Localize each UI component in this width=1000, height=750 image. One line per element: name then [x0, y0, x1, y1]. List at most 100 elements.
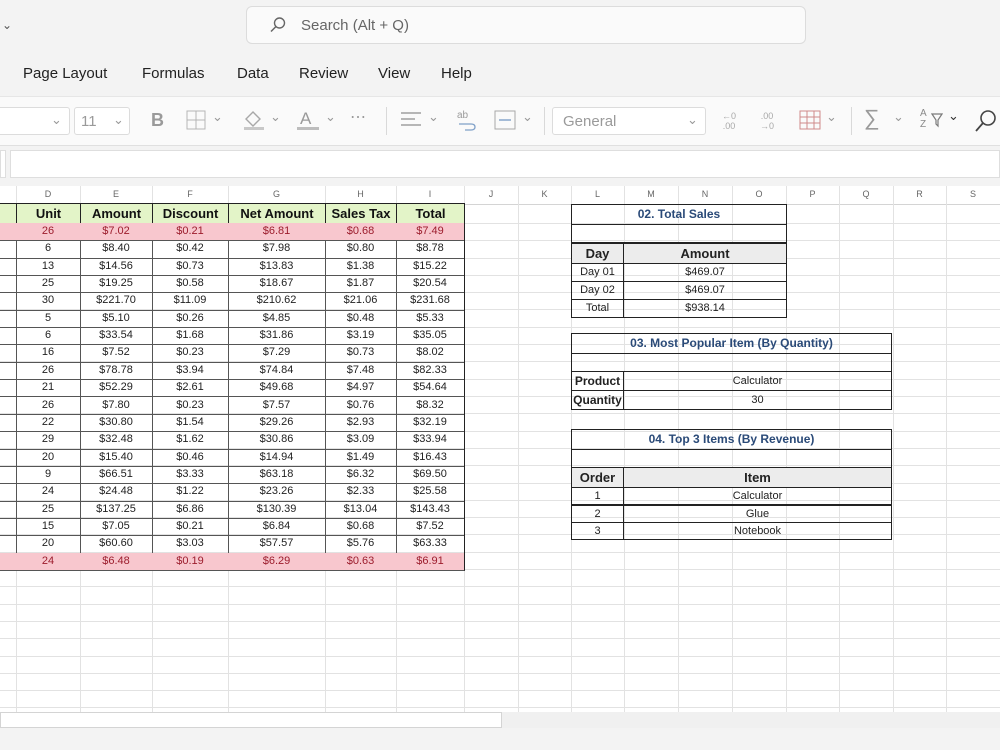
table-cell-net-amount[interactable]: $74.84 [228, 361, 326, 381]
table-cell-unit[interactable]: 20 [16, 448, 81, 467]
table-cell-sales-tax[interactable]: $0.76 [325, 396, 397, 415]
tab-review[interactable]: Review [299, 65, 348, 82]
number-format-dropdown[interactable]: General ⌄ [552, 107, 706, 135]
top-items-order-header[interactable]: Order [571, 467, 624, 488]
top-items-item-header[interactable]: Item [623, 467, 892, 488]
table-cell-partial[interactable] [0, 396, 17, 415]
table-cell-discount[interactable]: $1.54 [152, 413, 229, 433]
table-cell-net-amount[interactable]: $210.62 [228, 292, 326, 311]
popular-item-title[interactable]: 03. Most Popular Item (By Quantity) [571, 333, 892, 354]
column-header-o[interactable]: O [732, 189, 786, 199]
quantity-label[interactable]: Quantity [571, 390, 624, 410]
table-cell-net-amount[interactable]: $14.94 [228, 448, 326, 467]
table-cell-partial[interactable] [0, 257, 17, 277]
chevron-down-icon[interactable]: ⌄ [893, 109, 904, 125]
table-cell-unit[interactable]: 5 [16, 309, 81, 329]
chevron-down-icon[interactable]: ⌄ [948, 108, 959, 124]
column-header-i[interactable]: I [396, 189, 464, 199]
table-cell-sales-tax[interactable]: $0.73 [325, 344, 397, 363]
table-cell-sales-tax[interactable]: $3.09 [325, 431, 397, 450]
table-cell-discount[interactable]: $2.61 [152, 379, 229, 398]
table-cell-partial[interactable] [0, 327, 17, 346]
table-cell-discount[interactable]: $1.22 [152, 483, 229, 502]
chevron-down-icon[interactable]: ⌄ [428, 109, 439, 125]
table-cell-partial[interactable] [0, 240, 17, 259]
table-cell-total[interactable]: $25.58 [396, 483, 465, 502]
table-cell-sales-tax[interactable]: $4.97 [325, 379, 397, 398]
table-cell-sales-tax[interactable]: $0.68 [325, 517, 397, 537]
table-cell-unit[interactable]: 24 [16, 483, 81, 502]
table-cell-partial[interactable] [0, 292, 17, 311]
table-cell-amount[interactable]: $66.51 [80, 465, 153, 485]
table-cell-amount[interactable]: $24.48 [80, 483, 153, 502]
table-cell-amount[interactable]: $7.52 [80, 344, 153, 363]
find-icon[interactable] [974, 109, 998, 133]
table-cell-sales-tax[interactable]: $21.06 [325, 292, 397, 311]
table-cell-sales-tax[interactable]: $0.48 [325, 309, 397, 329]
table-cell-partial[interactable] [0, 552, 17, 571]
table-cell-discount[interactable]: $1.62 [152, 431, 229, 450]
table-cell-net-amount[interactable]: $31.86 [228, 327, 326, 346]
table-cell-total[interactable]: $63.33 [396, 535, 465, 554]
table-cell-amount[interactable]: $32.48 [80, 431, 153, 450]
table-cell-unit[interactable]: 25 [16, 275, 81, 294]
table-cell-discount[interactable]: $3.94 [152, 361, 229, 381]
total-sales-day-cell[interactable]: Day 02 [571, 281, 624, 300]
table-cell-total[interactable]: $35.05 [396, 327, 465, 346]
column-header-k[interactable]: K [518, 189, 571, 199]
header-sales-tax[interactable]: Sales Tax [325, 203, 397, 224]
column-header-f[interactable]: F [152, 189, 228, 199]
table-cell-total[interactable]: $82.33 [396, 361, 465, 381]
table-cell-net-amount[interactable]: $4.85 [228, 309, 326, 329]
column-header-m[interactable]: M [624, 189, 678, 199]
table-cell-partial[interactable] [0, 535, 17, 554]
table-cell-net-amount[interactable]: $23.26 [228, 483, 326, 502]
table-cell-unit[interactable]: 26 [16, 361, 81, 381]
table-cell-partial[interactable] [0, 465, 17, 485]
table-cell-sales-tax[interactable]: $0.68 [325, 223, 397, 242]
total-sales-amount-cell[interactable]: $938.14 [623, 299, 787, 318]
top-items-spacer[interactable] [571, 449, 892, 468]
table-cell-unit[interactable]: 22 [16, 413, 81, 433]
total-sales-day-header[interactable]: Day [571, 243, 624, 264]
table-cell-unit[interactable]: 16 [16, 344, 81, 363]
top-items-order-cell[interactable]: 2 [571, 504, 624, 523]
column-header-e[interactable]: E [80, 189, 152, 199]
decrease-decimal-button[interactable]: .00 →0 [760, 111, 774, 131]
table-cell-total[interactable]: $69.50 [396, 465, 465, 485]
chevron-down-icon[interactable]: ⌄ [270, 109, 281, 125]
table-cell-sales-tax[interactable]: $13.04 [325, 500, 397, 519]
table-cell-partial[interactable] [0, 223, 17, 242]
header-cell-partial[interactable] [0, 203, 17, 224]
column-header-p[interactable]: P [786, 189, 839, 199]
table-cell-amount[interactable]: $7.02 [80, 223, 153, 242]
table-cell-partial[interactable] [0, 309, 17, 329]
table-cell-total[interactable]: $20.54 [396, 275, 465, 294]
table-cell-unit[interactable]: 6 [16, 327, 81, 346]
table-cell-net-amount[interactable]: $13.83 [228, 257, 326, 277]
table-cell-sales-tax[interactable]: $1.49 [325, 448, 397, 467]
chevron-down-icon[interactable]: ⌄ [2, 18, 12, 32]
table-cell-partial[interactable] [0, 344, 17, 363]
table-cell-unit[interactable]: 15 [16, 517, 81, 537]
table-cell-discount[interactable]: $1.68 [152, 327, 229, 346]
chevron-down-icon[interactable]: ⌄ [212, 109, 223, 125]
borders-icon[interactable] [186, 110, 206, 130]
table-cell-partial[interactable] [0, 275, 17, 294]
table-cell-sales-tax[interactable]: $1.87 [325, 275, 397, 294]
table-cell-sales-tax[interactable]: $0.80 [325, 240, 397, 259]
table-cell-unit[interactable]: 13 [16, 257, 81, 277]
tab-formulas[interactable]: Formulas [142, 65, 205, 82]
table-cell-discount[interactable]: $0.42 [152, 240, 229, 259]
table-cell-total[interactable]: $7.49 [396, 223, 465, 242]
table-cell-partial[interactable] [0, 448, 17, 467]
table-cell-net-amount[interactable]: $6.84 [228, 517, 326, 537]
table-cell-partial[interactable] [0, 413, 17, 433]
table-cell-net-amount[interactable]: $18.67 [228, 275, 326, 294]
table-cell-amount[interactable]: $14.56 [80, 257, 153, 277]
fill-color-icon[interactable] [242, 107, 266, 131]
tab-view[interactable]: View [378, 65, 410, 82]
table-cell-unit[interactable]: 24 [16, 552, 81, 571]
table-cell-amount[interactable]: $6.48 [80, 552, 153, 571]
table-cell-net-amount[interactable]: $6.81 [228, 223, 326, 242]
